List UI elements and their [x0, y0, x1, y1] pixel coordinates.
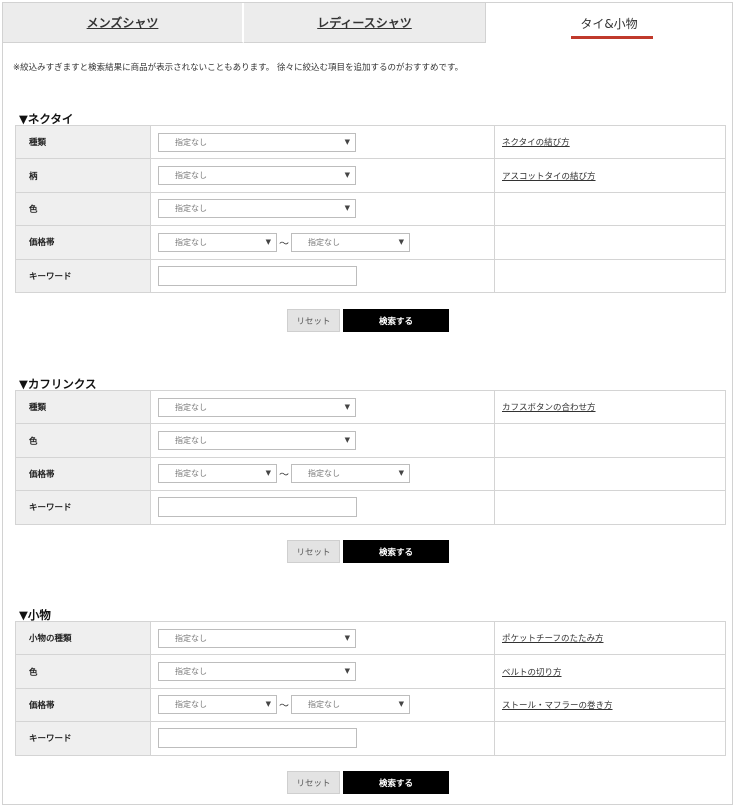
- price-min-select[interactable]: 指定なし ▼: [158, 464, 277, 484]
- price-min-select[interactable]: 指定なし ▼: [158, 695, 277, 715]
- select-value: 指定なし: [175, 700, 207, 710]
- row-label: 色: [15, 423, 151, 458]
- row-label: 種類: [15, 124, 151, 160]
- filter-row-price: 価格帯 指定なし ▼ ～ 指定なし ▼: [15, 456, 726, 492]
- cufflinks-filter-table: 種類 指定なし ▼ カフスボタンの合わせ方 色 指定なし ▼ 価格帯 指定なし ▼ ～指…: [15, 389, 726, 525]
- search-button[interactable]: 検索する: [343, 309, 449, 332]
- tab-label: タイ&小物: [580, 16, 638, 31]
- dropdown-arrow-icon: ▼: [344, 137, 350, 146]
- filter-row-type: 小物の種類 指定なし ▼ ポケットチーフのたたみ方: [15, 620, 726, 656]
- dropdown-arrow-icon: ▼: [344, 204, 350, 213]
- select-value: 指定なし: [308, 700, 340, 710]
- pattern-select[interactable]: 指定なし ▼: [158, 166, 356, 186]
- price-min-select[interactable]: 指定なし ▼: [158, 232, 277, 252]
- guide-link[interactable]: ネクタイの結び方: [502, 138, 570, 148]
- range-separator: ～: [279, 470, 289, 482]
- guide-link[interactable]: ポケットチーフのたたみ方: [502, 634, 604, 644]
- filter-row-color: 色 指定なし ▼ ベルトの切り方: [15, 654, 726, 689]
- filter-row-price: 価格帯 指定なし ▼ ～ 指定なし ▼ ストール・マフラーの巻き方: [15, 687, 726, 723]
- reset-button[interactable]: リセット: [287, 771, 340, 794]
- dropdown-arrow-icon: ▼: [398, 700, 404, 709]
- color-select[interactable]: 指定なし ▼: [158, 199, 356, 219]
- reset-button[interactable]: リセット: [287, 540, 340, 563]
- row-label: 色: [15, 654, 151, 689]
- select-value: 指定なし: [175, 633, 207, 643]
- search-panel: メンズシャツ レディースシャツ タイ&小物 ※絞込みすぎますと検索結果に商品が表…: [2, 2, 733, 805]
- dropdown-arrow-icon: ▼: [398, 237, 404, 246]
- guide-link[interactable]: ベルトの切り方: [502, 668, 562, 678]
- select-value: 指定なし: [175, 402, 207, 412]
- type-select[interactable]: 指定なし ▼: [158, 132, 356, 152]
- select-value: 指定なし: [308, 469, 340, 479]
- dropdown-arrow-icon: ▼: [265, 700, 271, 709]
- dropdown-arrow-icon: ▼: [344, 633, 350, 642]
- row-label: 価格帯: [15, 456, 151, 492]
- keyword-input[interactable]: [158, 265, 357, 286]
- range-separator: ～: [279, 238, 289, 250]
- row-label: 価格帯: [15, 687, 151, 723]
- guide-link[interactable]: ストール・マフラーの巻き方: [502, 701, 613, 711]
- row-label: 色: [15, 191, 151, 227]
- select-value: 指定なし: [308, 237, 340, 247]
- select-value: 指定なし: [175, 469, 207, 479]
- necktie-filter-table: 種類 指定なし ▼ ネクタイの結び方 柄 指定なし ▼ アスコットタイの結び方 色 …: [15, 124, 726, 293]
- price-max-select[interactable]: 指定なし ▼: [291, 695, 410, 715]
- tab-ladies-shirts[interactable]: レディースシャツ: [244, 3, 486, 43]
- color-select[interactable]: 指定なし ▼: [158, 431, 356, 451]
- category-tabs: メンズシャツ レディースシャツ タイ&小物: [3, 3, 732, 43]
- row-label: 価格帯: [15, 225, 151, 260]
- type-select[interactable]: 指定なし ▼: [158, 397, 356, 417]
- price-max-select[interactable]: 指定なし ▼: [291, 464, 410, 484]
- filter-row-color: 色 指定なし ▼: [15, 423, 726, 458]
- reset-button[interactable]: リセット: [287, 309, 340, 332]
- dropdown-arrow-icon: ▼: [265, 469, 271, 478]
- search-button[interactable]: 検索する: [343, 540, 449, 563]
- color-select[interactable]: 指定なし ▼: [158, 662, 356, 682]
- row-label: キーワード: [15, 721, 151, 756]
- filter-row-type: 種類 指定なし ▼ ネクタイの結び方: [15, 124, 726, 160]
- row-label: キーワード: [15, 490, 151, 525]
- search-button[interactable]: 検索する: [343, 771, 449, 794]
- row-label: 小物の種類: [15, 620, 151, 656]
- dropdown-arrow-icon: ▼: [344, 402, 350, 411]
- keyword-input[interactable]: [158, 497, 357, 518]
- select-value: 指定なし: [175, 237, 207, 247]
- filter-row-price: 価格帯 指定なし ▼ ～ 指定なし ▼: [15, 225, 726, 260]
- filter-row-type: 種類 指定なし ▼ カフスボタンの合わせ方: [15, 389, 726, 425]
- price-max-select[interactable]: 指定なし ▼: [291, 232, 410, 252]
- select-value: 指定なし: [175, 436, 207, 446]
- row-label: キーワード: [15, 258, 151, 293]
- filter-row-keyword: キーワード: [15, 490, 726, 525]
- dropdown-arrow-icon: ▼: [344, 436, 350, 445]
- guide-link[interactable]: カフスボタンの合わせ方: [502, 403, 596, 413]
- accessories-filter-table: 小物の種類 指定なし ▼ ポケットチーフのたたみ方 色 指定なし ▼ ベルトの切り方…: [15, 620, 726, 756]
- row-label: 種類: [15, 389, 151, 425]
- keyword-input[interactable]: [158, 728, 357, 749]
- filter-notice: ※絞込みすぎますと検索結果に商品が表示されないこともあります。 徐々に絞込む項目…: [13, 63, 464, 73]
- select-value: 指定なし: [175, 667, 207, 677]
- type-select[interactable]: 指定なし ▼: [158, 628, 356, 648]
- row-label: 柄: [15, 158, 151, 193]
- filter-row-keyword: キーワード: [15, 721, 726, 756]
- filter-row-keyword: キーワード: [15, 258, 726, 293]
- range-separator: ～: [279, 701, 289, 713]
- active-tab-indicator: [571, 36, 653, 39]
- tab-label: レディースシャツ: [317, 16, 412, 30]
- dropdown-arrow-icon: ▼: [398, 469, 404, 478]
- select-value: 指定なし: [175, 204, 207, 214]
- filter-row-color: 色 指定なし ▼: [15, 191, 726, 227]
- dropdown-arrow-icon: ▼: [265, 237, 271, 246]
- tab-ties-accessories[interactable]: タイ&小物: [486, 3, 732, 43]
- select-value: 指定なし: [175, 137, 207, 147]
- dropdown-arrow-icon: ▼: [344, 667, 350, 676]
- filter-row-pattern: 柄 指定なし ▼ アスコットタイの結び方: [15, 158, 726, 193]
- dropdown-arrow-icon: ▼: [344, 171, 350, 180]
- tab-mens-shirts[interactable]: メンズシャツ: [3, 3, 244, 43]
- tab-label: メンズシャツ: [86, 16, 159, 30]
- guide-link[interactable]: アスコットタイの結び方: [502, 172, 596, 182]
- select-value: 指定なし: [175, 171, 207, 181]
